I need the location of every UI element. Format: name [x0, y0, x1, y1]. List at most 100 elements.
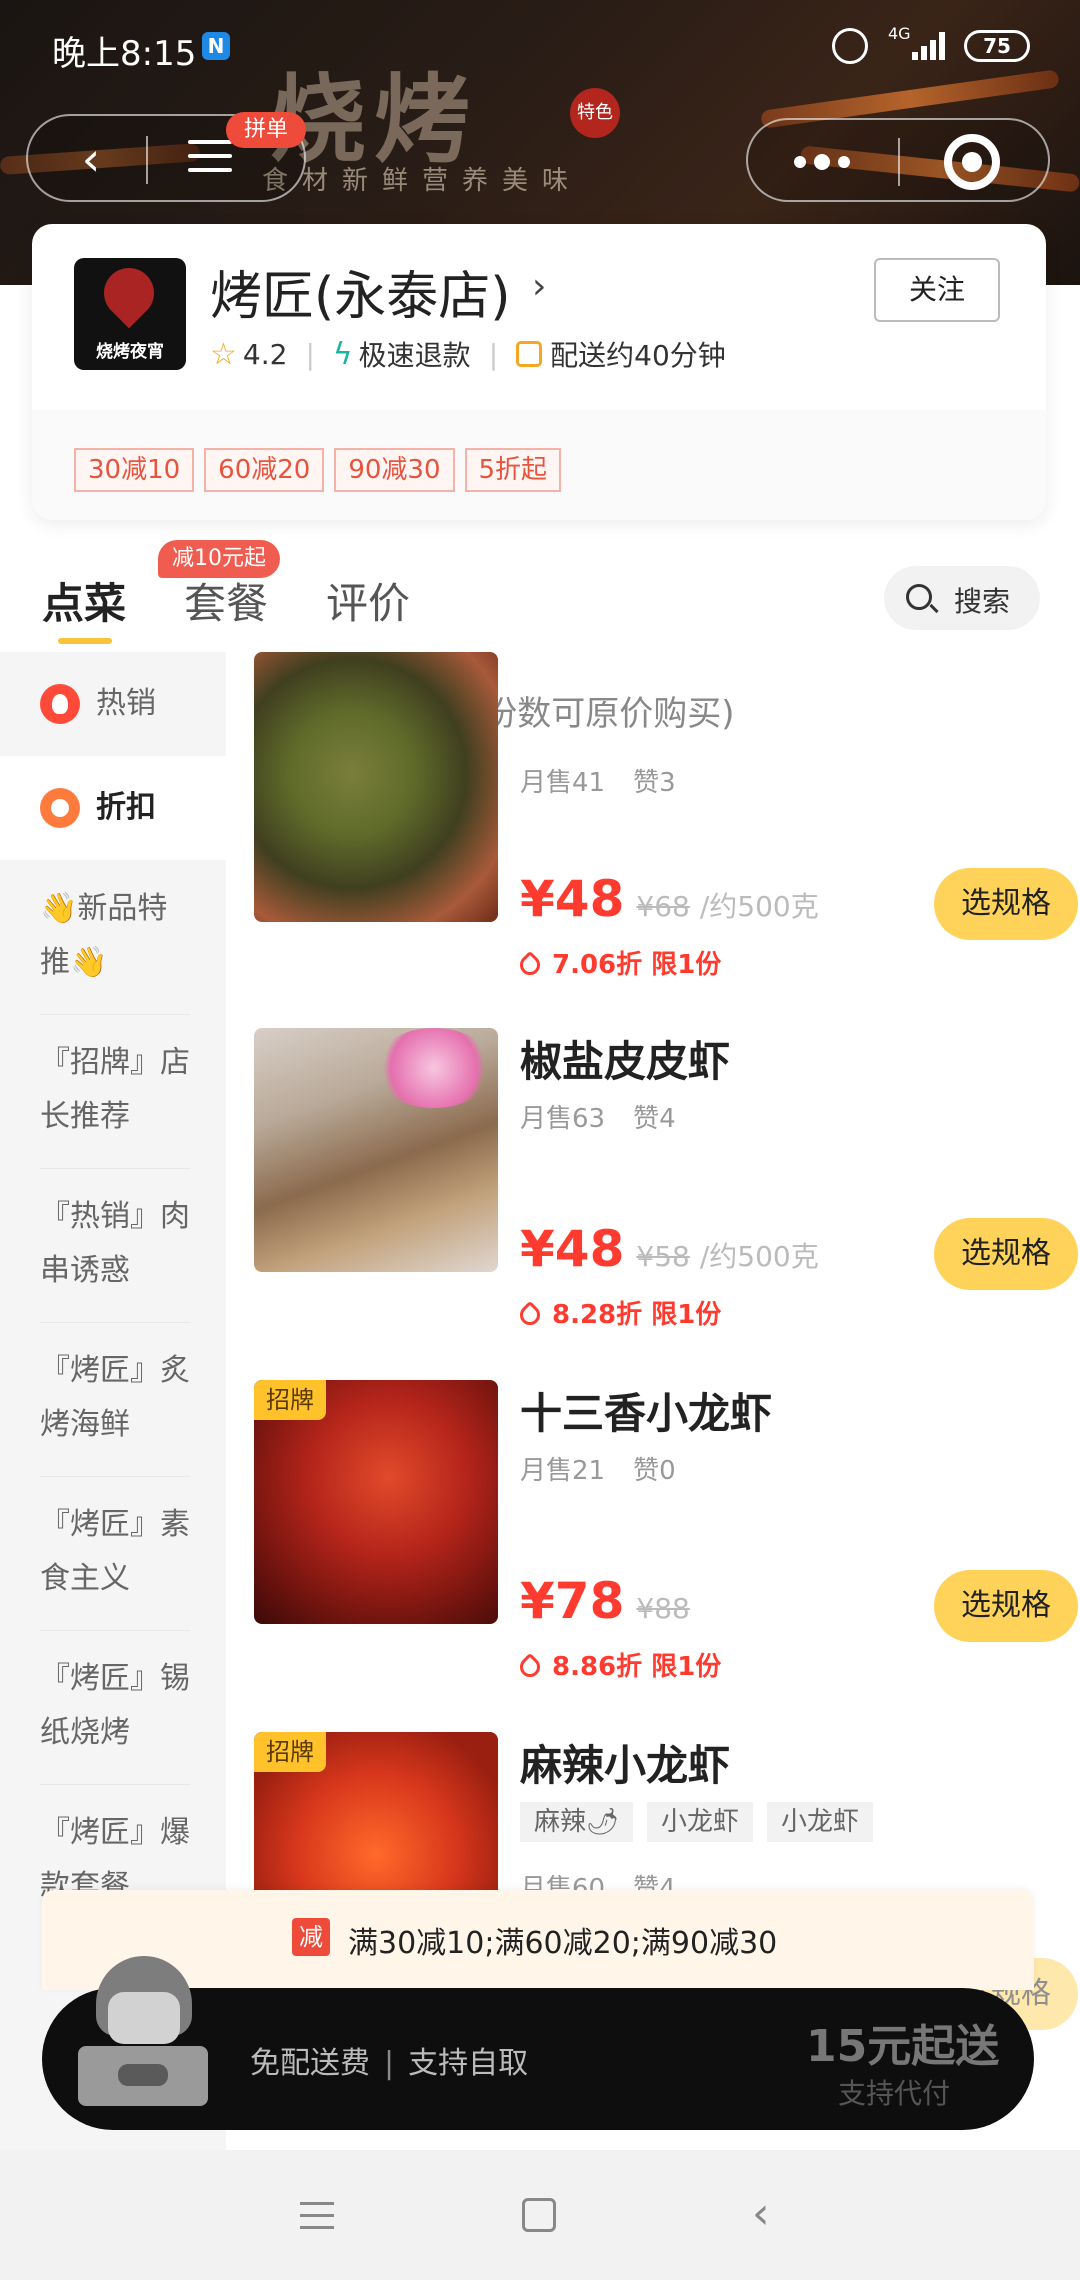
delivery-info: 免配送费 | 支持自取	[250, 2038, 528, 2082]
discount-tag: 5折起	[464, 448, 562, 492]
search-label: 搜索	[954, 585, 1011, 618]
recent-apps-icon[interactable]	[300, 2202, 334, 2232]
close-mini-program-icon[interactable]	[944, 134, 1000, 190]
sidebar-item-new[interactable]: 👋新品特推👋	[0, 860, 226, 1014]
discount-tags: 30减10 60减20 90减30 5折起	[74, 448, 571, 492]
flower-decoration	[374, 1028, 494, 1108]
combo-discount-badge: 减10元起	[158, 540, 280, 578]
courier-cart-icon[interactable]	[78, 1956, 208, 2106]
clock-icon	[516, 341, 543, 367]
divider	[898, 138, 900, 186]
select-spec-button[interactable]: 选规格	[934, 1218, 1078, 1290]
sidebar-item-seafood[interactable]: 『烤匠』炙烤海鲜	[0, 1322, 226, 1476]
store-card: 烧烤夜宵 烤匠(永泰店) › 关注 ☆ 4.2 | ϟ 极速退款 | 配送约40分钟 30减…	[32, 224, 1046, 520]
home-icon[interactable]	[522, 2198, 556, 2232]
sidebar-item-label: 热销	[96, 686, 156, 721]
dish-card[interactable]: 月售41 赞3 ¥48 ¥68/约500克 7.06折 限1份 选规格	[254, 652, 1078, 1006]
dish-sales: 月售63 赞4	[520, 1104, 676, 1134]
mini-program-capsule	[746, 118, 1050, 202]
min-order-label: 15元起送	[806, 2021, 1000, 2072]
sidebar-item-skewers[interactable]: 『热销』肉串诱惑	[0, 1168, 226, 1322]
star-icon: ☆	[210, 336, 237, 372]
lightning-icon: ϟ	[332, 336, 353, 372]
status-bar: 晚上8:15 N 4G 75	[0, 0, 1080, 90]
signal-icon	[912, 30, 952, 60]
sidebar-item-vegetarian[interactable]: 『烤匠』素食主义	[0, 1476, 226, 1630]
sidebar-item-signature[interactable]: 『招牌』店长推荐	[0, 1014, 226, 1168]
back-icon[interactable]: ‹	[66, 134, 116, 184]
separator: |	[305, 337, 315, 371]
battery-icon: 75	[964, 30, 1030, 62]
proxy-pay-label: 支持代付	[838, 2077, 951, 2110]
sidebar-item-label: 『烤匠』素食主义	[40, 1507, 190, 1596]
flavor-tag: 麻辣🌶	[520, 1802, 634, 1842]
dish-discount: 7.06折 限1份	[515, 944, 721, 981]
flavor-tag: 小龙虾	[647, 1802, 754, 1842]
status-time: 晚上8:15	[52, 34, 197, 74]
dish-price: ¥48 ¥68/约500克	[520, 870, 819, 928]
discount-tag: 60减20	[204, 448, 325, 492]
dish-image[interactable]	[254, 1028, 498, 1272]
delivery-time: 配送约40分钟	[550, 339, 726, 372]
flavor-tags: 麻辣🌶 小龙虾 小龙虾	[520, 1802, 887, 1842]
sidebar-item-hot[interactable]: 热销	[0, 652, 226, 756]
self-pickup-label: 支持自取	[408, 2046, 529, 2081]
discount-strip: 30减10 60减20 90减30 5折起	[32, 410, 1046, 520]
store-logo: 烧烤夜宵	[74, 258, 186, 370]
dish-discount: 8.86折 限1份	[515, 1646, 721, 1683]
discount-tag: 30减10	[74, 448, 195, 492]
dish-name: 麻辣小龙虾	[520, 1741, 731, 1790]
dish-name: 十三香小龙虾	[520, 1389, 773, 1438]
sidebar-item-label: 👋新品特推👋	[40, 891, 168, 980]
more-icon[interactable]	[794, 152, 860, 172]
group-order-badge[interactable]: 拼单	[226, 112, 307, 148]
dish-price: ¥48 ¥58/约500克	[520, 1220, 819, 1278]
separator: |	[384, 2046, 395, 2081]
system-nav-bar: ‹	[0, 2150, 1080, 2280]
discount-icon: 减	[292, 1918, 330, 1956]
select-spec-button[interactable]: 选规格	[934, 1570, 1078, 1642]
dish-price: ¥78 ¥88	[520, 1572, 690, 1630]
divider	[146, 136, 148, 184]
separator: |	[488, 337, 499, 371]
dish-image[interactable]	[254, 652, 498, 922]
tag-icon	[515, 1300, 545, 1330]
back-icon[interactable]: ‹	[752, 2188, 770, 2239]
dish-card[interactable]: 招牌 十三香小龙虾 月售21 赞0 ¥78 ¥88 8.86折 限1份 选规格	[254, 1380, 1078, 1683]
signature-badge: 招牌	[254, 1380, 326, 1420]
sidebar-item-foil[interactable]: 『烤匠』锡纸烧烤	[0, 1630, 226, 1784]
store-name[interactable]: 烤匠(永泰店)	[210, 254, 511, 329]
fast-refund-label: 极速退款	[358, 339, 471, 372]
promo-text: 满30减10;满60减20;满90减30	[348, 1926, 778, 1961]
chevron-right-icon[interactable]: ›	[532, 266, 546, 307]
discount-icon	[40, 788, 80, 828]
network-type: 4G	[888, 24, 911, 43]
tab-reviews[interactable]: 评价	[326, 570, 410, 631]
sidebar-item-label: 『烤匠』炙烤海鲜	[40, 1353, 190, 1442]
store-logo-text: 烧烤夜宵	[96, 342, 164, 362]
follow-button[interactable]: 关注	[874, 258, 1000, 322]
dish-card[interactable]: 椒盐皮皮虾 月售63 赞4 ¥48 ¥58/约500克 8.28折 限1份 选规格	[254, 1028, 1078, 1331]
dish-discount: 8.28折 限1份	[515, 1294, 721, 1331]
sidebar-item-label: 『烤匠』锡纸烧烤	[40, 1661, 190, 1750]
signature-badge: 招牌	[254, 1732, 326, 1772]
store-meta: ☆ 4.2 | ϟ 极速退款 | 配送约40分钟	[210, 334, 726, 374]
sidebar-item-discount[interactable]: 折扣	[0, 756, 226, 860]
sidebar-item-label: 折扣	[96, 790, 156, 825]
app-notification-icon: N	[202, 32, 230, 60]
banner-subtitle: 食材新鲜营养美味	[262, 166, 583, 196]
menu-icon[interactable]	[188, 140, 232, 180]
tag-icon	[515, 950, 545, 980]
tab-combo[interactable]: 套餐	[184, 570, 268, 631]
flame-icon	[93, 258, 165, 329]
dish-image[interactable]: 招牌	[254, 1380, 498, 1624]
sidebar-item-label: 『热销』肉串诱惑	[40, 1199, 190, 1288]
select-spec-button[interactable]: 选规格	[934, 868, 1078, 940]
tab-bar: 点菜 套餐 评价 减10元起 搜索	[0, 540, 1080, 650]
sidebar-item-label: 『招牌』店长推荐	[40, 1045, 190, 1134]
dish-name: 椒盐皮皮虾	[520, 1037, 731, 1086]
tab-order[interactable]: 点菜	[42, 570, 126, 631]
search-button[interactable]: 搜索	[884, 566, 1040, 630]
search-icon	[906, 584, 932, 610]
fire-icon	[40, 684, 80, 724]
